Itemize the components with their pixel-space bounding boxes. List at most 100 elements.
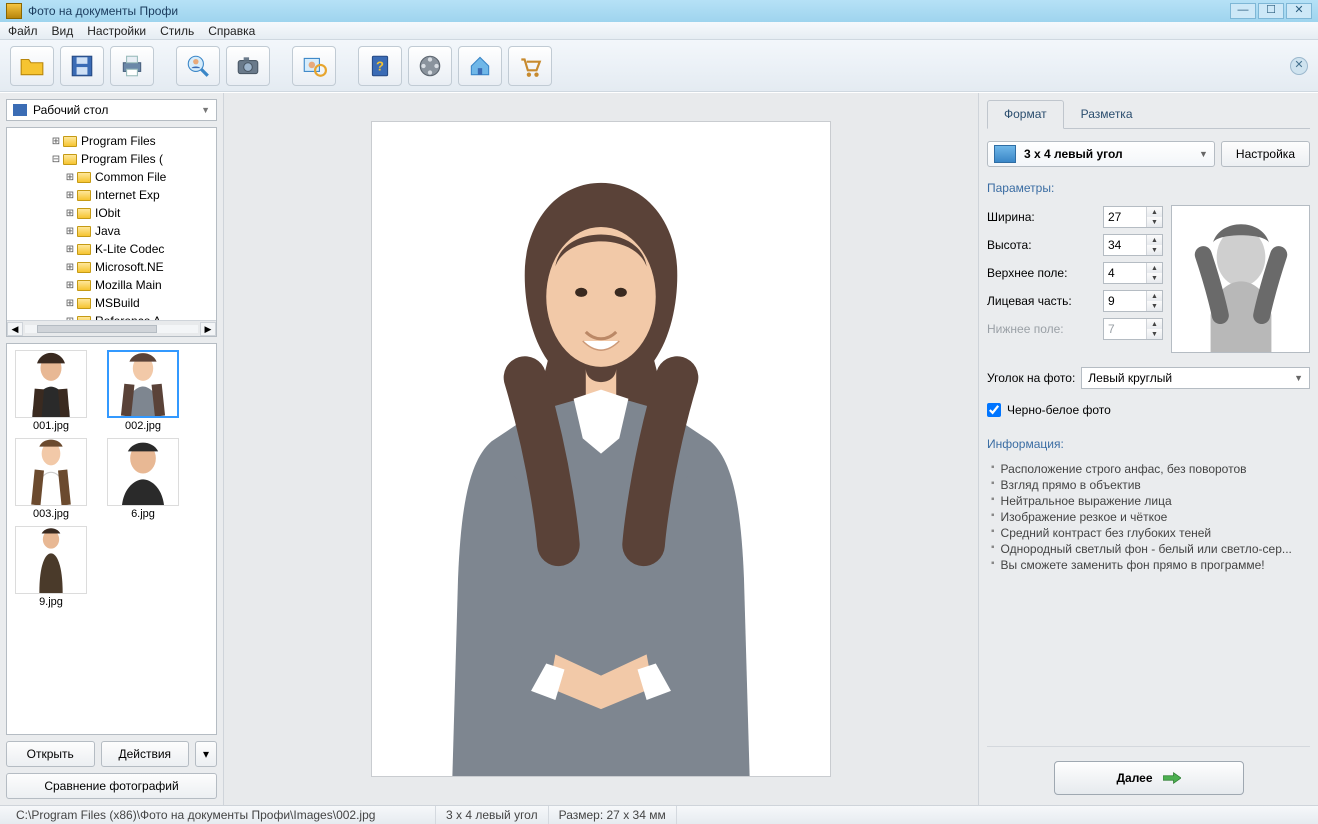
- tree-twisty-icon[interactable]: ⊞: [65, 262, 75, 273]
- tree-twisty-icon[interactable]: ⊞: [65, 190, 75, 201]
- thumbnail-item[interactable]: 002.jpg: [103, 350, 183, 432]
- spin-down-icon[interactable]: ▼: [1147, 273, 1162, 283]
- maximize-button[interactable]: ☐: [1258, 3, 1284, 19]
- param-width-spinner[interactable]: ▲▼: [1103, 206, 1163, 228]
- chevron-down-icon: ▼: [201, 105, 210, 115]
- tree-twisty-icon[interactable]: ⊟: [51, 154, 61, 165]
- tree-node[interactable]: ⊞Common File: [9, 168, 214, 186]
- tree-twisty-icon[interactable]: ⊞: [65, 226, 75, 237]
- info-item: Средний контраст без глубоких теней: [991, 525, 1310, 541]
- photo-canvas[interactable]: [371, 121, 831, 777]
- thumbnail-image: [15, 438, 87, 506]
- scroll-thumb[interactable]: [37, 325, 157, 333]
- format-select[interactable]: 3 x 4 левый угол ▼: [987, 141, 1215, 167]
- next-button[interactable]: Далее: [1054, 761, 1244, 795]
- param-height-spinner[interactable]: ▲▼: [1103, 234, 1163, 256]
- toolbar-cart-button[interactable]: [508, 46, 552, 86]
- toolbar-camera-button[interactable]: [226, 46, 270, 86]
- right-panel: Формат Разметка 3 x 4 левый угол ▼ Настр…: [978, 93, 1318, 805]
- tree-twisty-icon[interactable]: ⊞: [51, 136, 61, 147]
- thumbnail-item[interactable]: 6.jpg: [103, 438, 183, 520]
- tree-node[interactable]: ⊞Internet Exp: [9, 186, 214, 204]
- spin-down-icon[interactable]: ▼: [1147, 217, 1162, 227]
- thumbnail-label: 002.jpg: [125, 420, 161, 432]
- tab-layout[interactable]: Разметка: [1064, 100, 1150, 129]
- tree-node-label: Program Files (: [81, 152, 163, 166]
- spin-up-icon[interactable]: ▲: [1147, 207, 1162, 217]
- info-list: Расположение строго анфас, без поворотов…: [987, 461, 1310, 573]
- menu-file[interactable]: Файл: [8, 24, 38, 38]
- toolbar-open-button[interactable]: [10, 46, 54, 86]
- param-top-spinner[interactable]: ▲▼: [1103, 262, 1163, 284]
- open-folder-icon: [19, 53, 45, 79]
- tree-node[interactable]: ⊞IObit: [9, 204, 214, 222]
- param-face-input[interactable]: [1104, 291, 1146, 311]
- workspace-dropdown[interactable]: Рабочий стол ▼: [6, 99, 217, 121]
- spin-up-icon[interactable]: ▲: [1147, 263, 1162, 273]
- tab-format[interactable]: Формат: [987, 100, 1064, 129]
- param-width-input[interactable]: [1104, 207, 1146, 227]
- info-item: Изображение резкое и чёткое: [991, 509, 1310, 525]
- toolbar-video-button[interactable]: [408, 46, 452, 86]
- param-face-spinner[interactable]: ▲▼: [1103, 290, 1163, 312]
- status-path: C:\Program Files (x86)\Фото на документы…: [6, 806, 436, 824]
- tree-node-label: K-Lite Codec: [95, 242, 164, 256]
- tree-twisty-icon[interactable]: ⊞: [65, 298, 75, 309]
- menu-style[interactable]: Стиль: [160, 24, 194, 38]
- folder-tree: ⊞Program Files ⊟ Program Files ( ⊞Common Fi…: [6, 127, 217, 337]
- param-top-input[interactable]: [1104, 263, 1146, 283]
- tree-twisty-icon[interactable]: ⊞: [65, 172, 75, 183]
- open-button[interactable]: Открыть: [6, 741, 95, 767]
- folder-icon: [77, 172, 91, 183]
- tree-node[interactable]: ⊞Microsoft.NE: [9, 258, 214, 276]
- tree-node-label: MSBuild: [95, 296, 140, 310]
- scroll-right-button[interactable]: ▶: [200, 322, 216, 336]
- tree-node[interactable]: ⊞Java: [9, 222, 214, 240]
- tree-twisty-icon[interactable]: ⊞: [65, 244, 75, 255]
- close-right-panel-button[interactable]: ✕: [1290, 57, 1308, 75]
- thumbnail-item[interactable]: 001.jpg: [11, 350, 91, 432]
- tree-node[interactable]: ⊟ Program Files (: [9, 150, 214, 168]
- toolbar-home-button[interactable]: [458, 46, 502, 86]
- info-item: Однородный светлый фон - белый или светл…: [991, 541, 1310, 557]
- toolbar-retouch-button[interactable]: [292, 46, 336, 86]
- compare-photos-button[interactable]: Сравнение фотографий: [6, 773, 217, 799]
- actions-dropdown-button[interactable]: ▾: [195, 741, 217, 767]
- param-height-input[interactable]: [1104, 235, 1146, 255]
- corner-select[interactable]: Левый круглый ▼: [1081, 367, 1310, 389]
- toolbar-help-button[interactable]: ?: [358, 46, 402, 86]
- menu-view[interactable]: Вид: [52, 24, 74, 38]
- menu-help[interactable]: Справка: [208, 24, 255, 38]
- info-item: Вы сможете заменить фон прямо в программ…: [991, 557, 1310, 573]
- bw-photo-checkbox[interactable]: [987, 403, 1001, 417]
- toolbar-print-button[interactable]: [110, 46, 154, 86]
- toolbar-zoom-button[interactable]: [176, 46, 220, 86]
- tree-node[interactable]: ⊞Program Files: [9, 132, 214, 150]
- tree-node[interactable]: ⊞ K-Lite Codec: [9, 240, 214, 258]
- spin-up-icon[interactable]: ▲: [1147, 291, 1162, 301]
- toolbar-save-button[interactable]: [60, 46, 104, 86]
- close-button[interactable]: ✕: [1286, 3, 1312, 19]
- tree-twisty-icon[interactable]: ⊞: [65, 280, 75, 291]
- param-bottom-spinner: ▲▼: [1103, 318, 1163, 340]
- thumbnail-label: 6.jpg: [131, 508, 155, 520]
- minimize-button[interactable]: —: [1230, 3, 1256, 19]
- spin-up-icon[interactable]: ▲: [1147, 235, 1162, 245]
- actions-button[interactable]: Действия: [101, 741, 190, 767]
- tree-twisty-icon[interactable]: ⊞: [65, 208, 75, 219]
- spin-down-icon[interactable]: ▼: [1147, 301, 1162, 311]
- spin-down-icon[interactable]: ▼: [1147, 245, 1162, 255]
- param-top-label: Верхнее поле:: [987, 266, 1103, 280]
- thumbnail-item[interactable]: 9.jpg: [11, 526, 91, 608]
- thumbnail-item[interactable]: 003.jpg: [11, 438, 91, 520]
- scroll-left-button[interactable]: ◀: [7, 322, 23, 336]
- tree-node[interactable]: ⊞ MSBuild: [9, 294, 214, 312]
- tree-horizontal-scrollbar[interactable]: ◀ ▶: [7, 320, 216, 336]
- film-reel-icon: [417, 53, 443, 79]
- format-preview-thumbnail: [1171, 205, 1310, 353]
- format-settings-button[interactable]: Настройка: [1221, 141, 1310, 167]
- tree-node[interactable]: ⊞Mozilla Main: [9, 276, 214, 294]
- folder-icon: [77, 244, 91, 255]
- menu-settings[interactable]: Настройки: [87, 24, 146, 38]
- left-panel: Рабочий стол ▼ ⊞Program Files ⊟ Program Fi…: [0, 93, 224, 805]
